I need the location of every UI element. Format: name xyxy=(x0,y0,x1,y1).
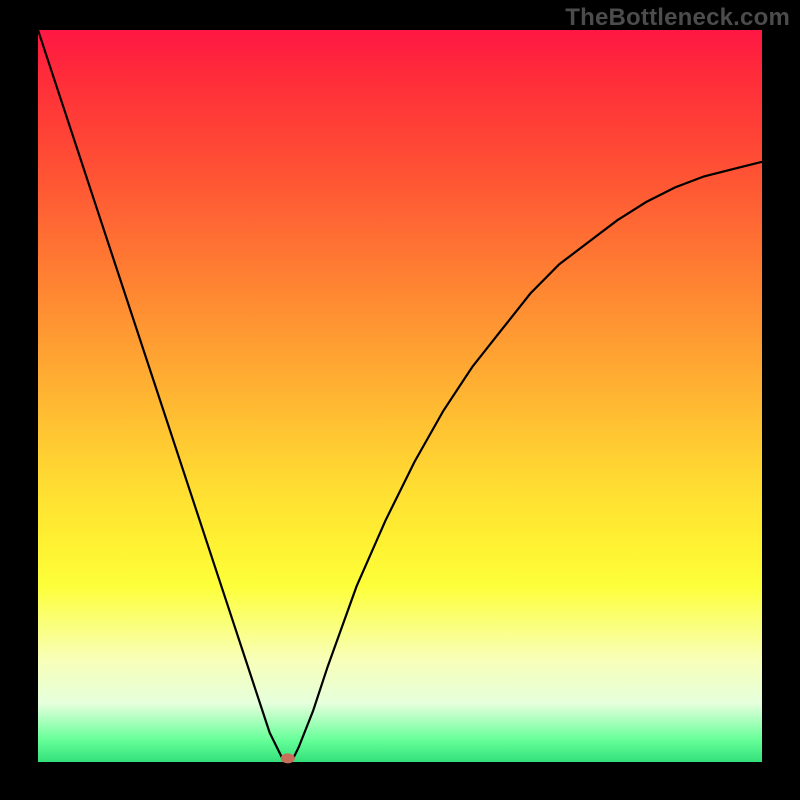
optimum-marker xyxy=(281,753,295,763)
chart-frame: TheBottleneck.com xyxy=(0,0,800,800)
chart-svg xyxy=(38,30,762,762)
watermark-text: TheBottleneck.com xyxy=(565,4,790,32)
bottleneck-curve xyxy=(38,30,762,762)
plot-area xyxy=(38,30,762,762)
